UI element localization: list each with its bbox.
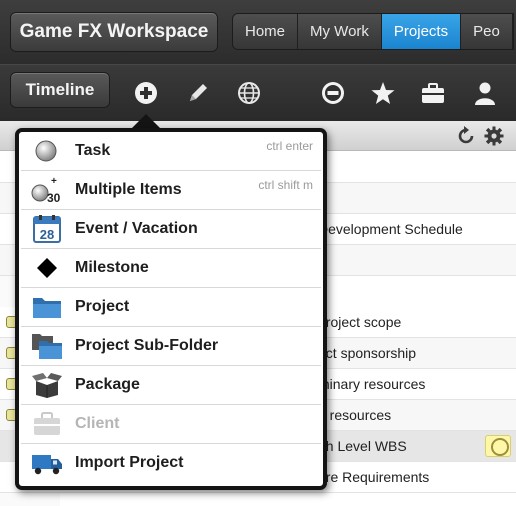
add-item-menu: Task ctrl enter +30 Multiple Items ctrl … — [15, 128, 327, 490]
menu-item-client: Client — [21, 405, 321, 444]
list-item-text: gh Level WBS — [318, 438, 407, 454]
tab-home[interactable]: Home — [233, 14, 299, 49]
folder-icon — [31, 293, 63, 321]
tab-people[interactable]: Peo — [461, 14, 513, 49]
menu-item-project-sub-folder[interactable]: Project Sub-Folder — [21, 327, 321, 366]
top-header: Game FX Workspace Home My Work Projects … — [0, 0, 516, 64]
calendar-day: 28 — [40, 227, 54, 242]
menu-item-label: Project Sub-Folder — [75, 337, 219, 354]
timeline-button[interactable]: Timeline — [10, 72, 110, 108]
user-icon[interactable] — [472, 80, 498, 106]
tab-my-work[interactable]: My Work — [298, 14, 382, 49]
menu-item-multiple-items[interactable]: +30 Multiple Items ctrl shift m — [21, 171, 321, 210]
list-item-text: are Requirements — [318, 469, 430, 485]
menu-item-package[interactable]: Package — [21, 366, 321, 405]
menu-item-import-project[interactable]: Import Project — [21, 444, 321, 483]
menu-item-label: Task — [75, 142, 111, 159]
add-subitem-icon[interactable] — [485, 435, 511, 457]
menu-item-milestone[interactable]: Milestone — [21, 249, 321, 288]
settings-gear-icon[interactable] — [484, 126, 504, 146]
menu-item-shortcut: ctrl enter — [266, 139, 313, 153]
menu-item-label: Event / Vacation — [75, 220, 198, 237]
menu-item-label: Multiple Items — [75, 181, 182, 198]
tab-projects[interactable]: Projects — [381, 14, 462, 49]
globe-icon[interactable] — [236, 80, 262, 106]
menu-item-label: Milestone — [75, 259, 149, 276]
menu-item-label: Client — [75, 415, 120, 432]
svg-text:+: + — [51, 176, 57, 187]
toolbar: Timeline — [0, 64, 516, 121]
list-item-text: Development Schedule — [318, 221, 463, 237]
list-item-text: minary resources — [318, 376, 426, 392]
menu-item-event-vacation[interactable]: 28 Event / Vacation — [21, 210, 321, 249]
list-item-text: ect sponsorship — [318, 345, 417, 361]
package-box-icon — [31, 371, 63, 399]
menu-item-shortcut: ctrl shift m — [258, 178, 313, 192]
pencil-icon[interactable] — [185, 80, 211, 106]
list-item-text: project scope — [318, 314, 402, 330]
menu-item-label: Package — [75, 376, 140, 393]
main-nav-tabs: Home My Work Projects Peo — [232, 13, 514, 50]
star-icon[interactable] — [370, 80, 396, 106]
minus-circle-icon[interactable] — [320, 80, 346, 106]
truck-icon — [31, 449, 63, 477]
menu-item-project[interactable]: Project — [21, 288, 321, 327]
menu-pointer — [131, 114, 161, 129]
diamond-icon — [31, 254, 63, 282]
plus-circle-icon[interactable] — [133, 80, 159, 106]
menu-item-task[interactable]: Task ctrl enter — [21, 132, 321, 171]
task-circle-icon — [31, 137, 63, 165]
sub-folder-icon — [31, 332, 63, 360]
briefcase-icon — [31, 410, 63, 438]
list-item-text: e resources — [318, 407, 392, 423]
menu-item-label: Project — [75, 298, 130, 315]
calendar-icon: 28 — [31, 215, 63, 243]
briefcase-icon[interactable] — [420, 80, 446, 106]
refresh-icon[interactable] — [456, 126, 476, 146]
menu-item-label: Import Project — [75, 454, 184, 471]
multiple-items-icon: +30 — [31, 176, 63, 204]
workspace-title[interactable]: Game FX Workspace — [10, 12, 218, 52]
multiple-items-count: 30 — [47, 191, 61, 204]
